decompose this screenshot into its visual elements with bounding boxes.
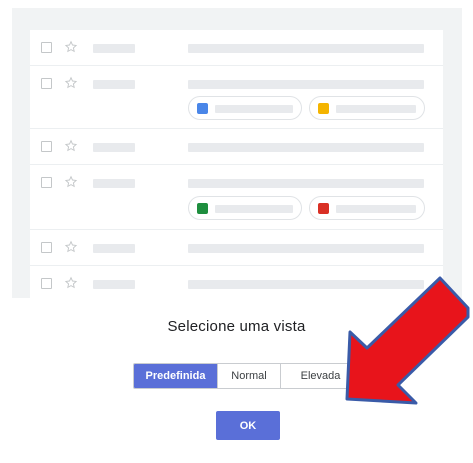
view-density-selector: Predefinida Normal Elevada [133, 363, 361, 389]
docs-icon [197, 103, 208, 114]
subject-placeholder [188, 280, 424, 289]
attachment-name-placeholder [336, 205, 416, 213]
checkbox-icon [41, 242, 52, 253]
sender-placeholder [93, 244, 135, 253]
attachment-chip [188, 96, 302, 120]
subject-placeholder [188, 44, 424, 53]
star-icon [64, 240, 78, 253]
checkbox-icon [41, 278, 52, 289]
checkbox-icon [41, 177, 52, 188]
image-icon [318, 203, 329, 214]
attachment-chip [309, 96, 425, 120]
attachment-name-placeholder [215, 105, 293, 113]
attachment-name-placeholder [215, 205, 293, 213]
list-item [30, 230, 443, 266]
slides-icon [318, 103, 329, 114]
subject-placeholder [188, 143, 424, 152]
list-item [30, 30, 443, 66]
view-option-normal[interactable]: Normal [217, 364, 280, 388]
density-preview [12, 8, 462, 298]
view-option-elevada[interactable]: Elevada [280, 364, 360, 388]
dialog-title: Selecione uma vista [167, 318, 306, 335]
star-icon [64, 139, 78, 152]
checkbox-icon [41, 141, 52, 152]
list-item [30, 165, 443, 230]
subject-placeholder [188, 244, 424, 253]
sender-placeholder [93, 179, 135, 188]
attachment-chip [188, 196, 302, 220]
sender-placeholder [93, 280, 135, 289]
checkbox-icon [41, 78, 52, 89]
list-item [30, 266, 443, 298]
attachment-chip [309, 196, 425, 220]
ok-button[interactable]: OK [216, 411, 280, 440]
subject-placeholder [188, 179, 424, 188]
view-option-predefinida[interactable]: Predefinida [134, 364, 217, 388]
sender-placeholder [93, 143, 135, 152]
sender-placeholder [93, 44, 135, 53]
star-icon [64, 276, 78, 289]
checkbox-icon [41, 42, 52, 53]
subject-placeholder [188, 80, 424, 89]
sender-placeholder [93, 80, 135, 89]
star-icon [64, 76, 78, 89]
star-icon [64, 175, 78, 188]
sheets-icon [197, 203, 208, 214]
list-item [30, 66, 443, 129]
inbox-preview [30, 30, 443, 298]
star-icon [64, 40, 78, 53]
list-item [30, 129, 443, 165]
attachment-name-placeholder [336, 105, 416, 113]
